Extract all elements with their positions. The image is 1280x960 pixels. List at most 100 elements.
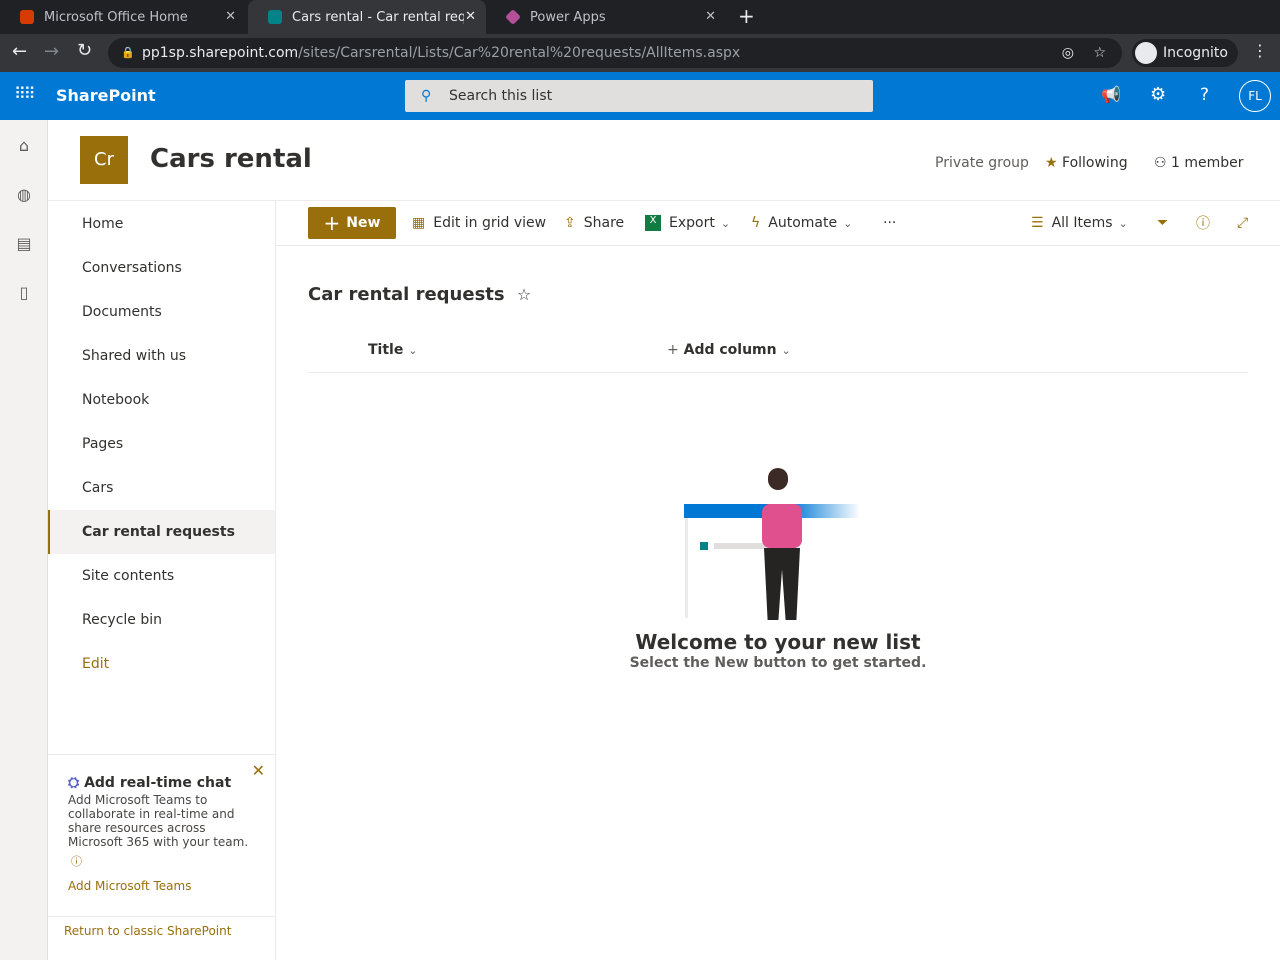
new-button[interactable]: + New xyxy=(308,207,396,239)
incognito-label: Incognito xyxy=(1163,45,1228,61)
nav-item-site-contents[interactable]: Site contents xyxy=(48,554,275,598)
automate-label: Automate xyxy=(768,215,838,231)
grid-label: Edit in grid view xyxy=(433,215,547,231)
more-button[interactable]: ··· xyxy=(883,207,896,239)
tab-label: Microsoft Office Home xyxy=(44,9,188,25)
share-button[interactable]: ⇪ Share xyxy=(564,207,624,239)
menu-icon[interactable]: ⋮ xyxy=(1252,41,1268,60)
help-icon[interactable]: ? xyxy=(1200,85,1209,105)
teams-icon: ⛭ xyxy=(68,775,80,791)
close-tab-icon[interactable]: ✕ xyxy=(225,9,236,24)
members-button[interactable]: ⚇ 1 member xyxy=(1154,155,1244,171)
nav-item-home[interactable]: Home xyxy=(48,202,275,246)
avatar[interactable]: FL xyxy=(1239,80,1271,112)
excel-icon: X xyxy=(645,215,661,231)
list-title: Car rental requests ☆ xyxy=(308,284,531,305)
share-label: Share xyxy=(583,215,625,231)
lock-icon: 🔒 xyxy=(121,46,135,59)
megaphone-icon[interactable]: 📢 xyxy=(1101,85,1121,104)
privacy-label: Private group xyxy=(935,155,1029,171)
tab-label: Power Apps xyxy=(530,9,606,25)
list-title-text: Car rental requests xyxy=(308,284,505,305)
empty-title: Welcome to your new list xyxy=(635,630,921,654)
nav-item-notebook[interactable]: Notebook xyxy=(48,378,275,422)
share-icon: ⇪ xyxy=(564,215,576,231)
tab-power-apps[interactable]: Power Apps ✕ xyxy=(486,0,726,34)
search-input[interactable]: ⚲ Search this list xyxy=(405,80,873,112)
document-icon[interactable]: ▯ xyxy=(15,283,33,302)
column-title-label: Title xyxy=(368,342,404,358)
lines-icon: ☰ xyxy=(1031,215,1044,231)
search-placeholder: Search this list xyxy=(449,88,553,104)
close-tab-icon[interactable]: ✕ xyxy=(465,9,476,24)
add-teams-link[interactable]: Add Microsoft Teams xyxy=(68,879,255,893)
eye-off-icon[interactable]: ◎ xyxy=(1062,38,1074,68)
close-tab-icon[interactable]: ✕ xyxy=(705,9,716,24)
members-label: 1 member xyxy=(1171,155,1244,171)
export-label: Export xyxy=(669,215,715,231)
tab-label: Cars rental - Car rental req xyxy=(292,9,464,25)
divider xyxy=(308,372,1248,373)
plus-icon: + xyxy=(667,342,679,358)
news-icon[interactable]: ▤ xyxy=(15,234,33,253)
automate-button[interactable]: ϟ Automate ⌄ xyxy=(751,207,852,239)
nav-item-cars[interactable]: Cars xyxy=(48,466,275,510)
site-title[interactable]: Cars rental xyxy=(150,144,312,174)
info-pane-icon[interactable]: ⓘ xyxy=(1196,207,1210,239)
reload-icon[interactable]: ↻ xyxy=(77,40,92,61)
view-selector[interactable]: ☰ All Items ⌄ xyxy=(1031,207,1128,239)
nav-item-documents[interactable]: Documents xyxy=(48,290,275,334)
empty-list-illustration xyxy=(684,466,860,620)
chevron-down-icon: ⌄ xyxy=(408,344,418,357)
url-input[interactable]: 🔒 pp1sp.sharepoint.com/sites/Carsrental/L… xyxy=(108,38,1122,68)
url-host: pp1sp.sharepoint.com xyxy=(142,45,299,61)
chevron-down-icon: ⌄ xyxy=(720,216,731,230)
add-column-button[interactable]: + Add column ⌄ xyxy=(667,342,791,358)
forward-icon[interactable]: → xyxy=(44,41,59,62)
gear-icon[interactable]: ⚙ xyxy=(1150,84,1166,105)
suite-bar: ⠿⠿ SharePoint ⚲ Search this list 📢 ⚙ ? FL xyxy=(0,72,1280,120)
close-icon[interactable]: ✕ xyxy=(252,761,265,780)
star-filled-icon: ★ xyxy=(1045,155,1058,171)
person-icon: ⚇ xyxy=(1154,155,1167,171)
export-button[interactable]: X Export ⌄ xyxy=(645,207,730,239)
app-launcher-icon[interactable]: ⠿⠿ xyxy=(14,84,35,103)
nav-item-pages[interactable]: Pages xyxy=(48,422,275,466)
expand-icon[interactable]: ⤢ xyxy=(1237,207,1248,239)
nav-item-conversations[interactable]: Conversations xyxy=(48,246,275,290)
grid-icon: ▦ xyxy=(412,215,426,231)
office-icon xyxy=(20,10,34,24)
app-name[interactable]: SharePoint xyxy=(56,86,156,105)
site-logo[interactable]: Cr xyxy=(80,136,128,184)
incognito-icon xyxy=(1135,42,1157,64)
incognito-badge[interactable]: Incognito xyxy=(1132,39,1238,67)
filter-icon[interactable]: ⏷ xyxy=(1157,207,1168,239)
star-icon[interactable]: ☆ xyxy=(1093,38,1106,68)
empty-subtitle: Select the New button to get started. xyxy=(629,655,927,671)
home-icon[interactable]: ⌂ xyxy=(15,136,33,155)
new-tab-button[interactable]: + xyxy=(738,4,755,28)
divider xyxy=(276,245,1280,246)
site-navigation: Home Conversations Documents Shared with… xyxy=(48,201,276,960)
globe-icon[interactable]: ◍ xyxy=(15,185,33,204)
tab-cars-rental[interactable]: Cars rental - Car rental req ✕ xyxy=(248,0,486,34)
edit-grid-button[interactable]: ▦ Edit in grid view xyxy=(412,207,546,239)
browser-tab-bar: Microsoft Office Home ✕ Cars rental - Car… xyxy=(0,0,1280,34)
nav-edit-link[interactable]: Edit xyxy=(48,642,275,686)
following-label: Following xyxy=(1062,155,1128,171)
chevron-down-icon: ⌄ xyxy=(781,344,791,357)
sharepoint-icon xyxy=(268,10,282,24)
nav-item-shared[interactable]: Shared with us xyxy=(48,334,275,378)
nav-item-car-rental-requests[interactable]: Car rental requests xyxy=(48,510,275,554)
chat-body: Add Microsoft Teams to collaborate in re… xyxy=(68,793,249,849)
tab-office-home[interactable]: Microsoft Office Home ✕ xyxy=(0,0,246,34)
chevron-down-icon: ⌄ xyxy=(843,216,853,230)
following-button[interactable]: ★ Following xyxy=(1045,155,1128,171)
favorite-star-icon[interactable]: ☆ xyxy=(517,285,531,304)
nav-item-recycle-bin[interactable]: Recycle bin xyxy=(48,598,275,642)
column-header-title[interactable]: Title ⌄ xyxy=(368,342,417,358)
back-icon[interactable]: ← xyxy=(12,41,27,62)
return-classic-link[interactable]: Return to classic SharePoint xyxy=(64,924,231,938)
search-icon: ⚲ xyxy=(421,88,432,104)
info-icon[interactable]: ⓘ xyxy=(71,853,255,869)
